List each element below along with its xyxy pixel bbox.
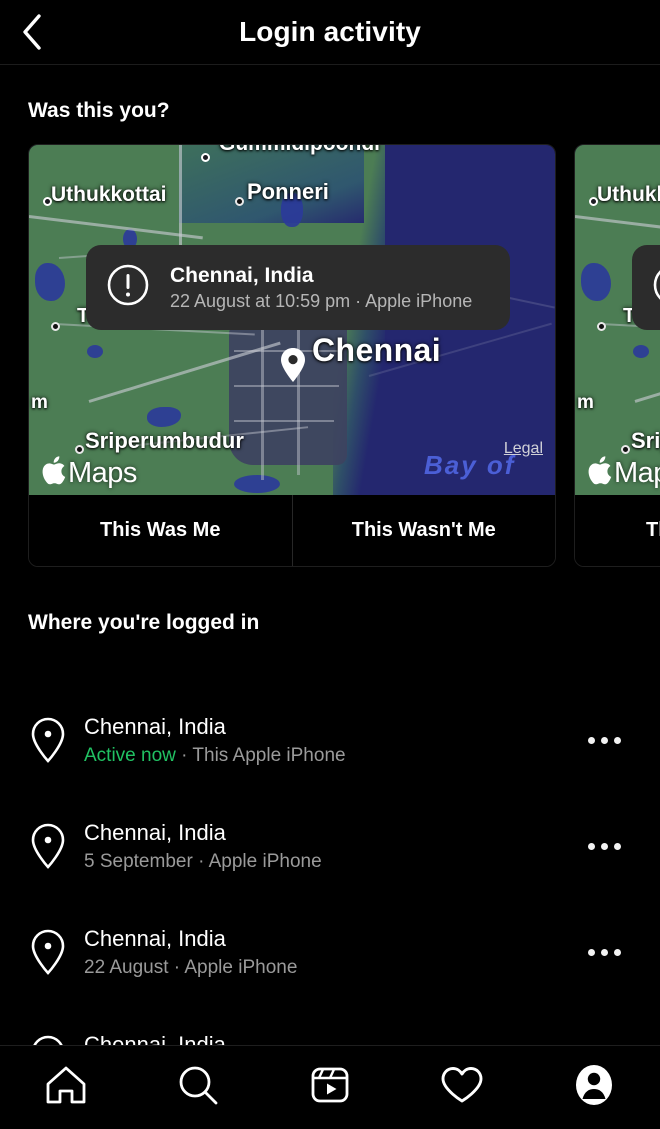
heart-icon xyxy=(439,1062,485,1113)
map-water-body xyxy=(87,345,103,358)
device-info: Chennai, India 5 September · Apple iPhon… xyxy=(84,820,576,873)
apple-maps-attribution: Maps xyxy=(41,455,137,491)
apple-logo-icon xyxy=(41,455,67,491)
map-view[interactable]: Gummidipoondi Uthukkottai Ponneri Ti m S… xyxy=(29,145,555,495)
apple-maps-label: Maps xyxy=(68,456,137,489)
exclamation-circle-icon xyxy=(652,263,660,312)
map-place-dot xyxy=(43,197,52,206)
map-label: Uthukkottai xyxy=(51,183,167,206)
search-icon xyxy=(175,1062,221,1113)
location-pin-icon xyxy=(28,1034,84,1045)
tooltip-text: Chennai, India 22 August at 10:59 pm · A… xyxy=(170,264,472,312)
apple-maps-label: Maps xyxy=(614,456,660,489)
login-card-carousel[interactable]: Gummidipoondi Uthukkottai Ponneri Ti m S… xyxy=(0,144,660,569)
device-meta: 22 August · Apple iPhone xyxy=(84,956,298,978)
nav-home-button[interactable] xyxy=(21,1058,111,1118)
device-meta-text: · This Apple iPhone xyxy=(175,744,346,766)
login-alert-tooltip: Chennai, India 22 August at 10:59 pm · A… xyxy=(632,245,660,330)
device-info: Chennai, India 22 August · Apple iPhone xyxy=(84,926,576,979)
device-meta: Active now · This Apple iPhone xyxy=(84,745,576,767)
more-options-icon[interactable] xyxy=(576,736,632,744)
exclamation-circle-icon xyxy=(106,263,150,312)
map-water-body xyxy=(581,263,611,301)
section-title-where-logged-in: Where you're logged in xyxy=(28,611,260,634)
login-activity-screen: Login activity Was this you? Uthukkottai… xyxy=(0,0,660,1129)
this-was-me-button[interactable]: This Was Me xyxy=(29,495,292,566)
back-button[interactable] xyxy=(8,8,56,56)
chevron-left-icon xyxy=(19,12,45,52)
map-label: Gummidipoondi xyxy=(219,145,380,156)
location-pin-icon xyxy=(28,716,84,764)
map-label: m xyxy=(31,392,48,413)
tooltip-subtitle: 22 August at 10:59 pm · Apple iPhone xyxy=(170,290,473,311)
nav-activity-button[interactable] xyxy=(417,1058,507,1118)
map-road xyxy=(234,420,334,422)
map-label-water: Bay of xyxy=(424,450,516,480)
location-pin-icon xyxy=(28,928,84,976)
apple-maps-attribution: Maps xyxy=(587,455,660,491)
map-label-city: Chennai xyxy=(312,332,442,368)
map-pin-icon xyxy=(279,347,307,383)
map-place-dot xyxy=(589,197,598,206)
map-road xyxy=(261,320,264,480)
list-item[interactable]: Chennai, India 5 September · Apple iPhon… xyxy=(0,793,660,899)
device-info: Chennai, India 22 August · Apple iPhone xyxy=(84,1032,576,1046)
nav-search-button[interactable] xyxy=(153,1058,243,1118)
map-place-dot xyxy=(597,322,606,331)
status-badge: Active now xyxy=(84,744,176,766)
where-logged-in-section: Where you're logged in xyxy=(0,611,660,635)
location-pin-icon xyxy=(28,822,84,870)
map-label: m xyxy=(577,392,594,413)
this-wasnt-me-button[interactable]: This Wasn't Me xyxy=(291,495,555,566)
map-view[interactable]: Uthukkottai Ti m Sriperumbudur xyxy=(575,145,660,495)
map-place-dot xyxy=(201,153,210,162)
map-place-dot xyxy=(621,445,630,454)
home-icon xyxy=(43,1062,89,1113)
login-card[interactable]: Gummidipoondi Uthukkottai Ponneri Ti m S… xyxy=(28,144,556,567)
legal-link[interactable]: Legal xyxy=(504,440,543,458)
card-actions: This Was Me This Wasn't Me xyxy=(575,495,660,566)
map-place-dot xyxy=(235,197,244,206)
map-road xyxy=(234,385,339,387)
carousel-track: Gummidipoondi Uthukkottai Ponneri Ti m S… xyxy=(0,144,660,567)
device-location: Chennai, India xyxy=(84,1031,226,1046)
map-water-body xyxy=(234,475,280,493)
list-item[interactable]: Chennai, India Active now · This Apple i… xyxy=(0,687,660,793)
bottom-navigation-bar xyxy=(0,1045,660,1129)
nav-reels-button[interactable] xyxy=(285,1058,375,1118)
login-card[interactable]: Uthukkottai Ti m Sriperumbudur xyxy=(574,144,660,567)
map-label: Sriperumbudur xyxy=(631,428,660,453)
map-label: Ponneri xyxy=(247,179,329,204)
nav-profile-button[interactable] xyxy=(549,1058,639,1118)
device-location: Chennai, India xyxy=(84,713,226,739)
app-header: Login activity xyxy=(0,0,660,65)
section-title-was-this-you: Was this you? xyxy=(28,99,170,122)
device-location: Chennai, India xyxy=(84,819,226,845)
device-list: Chennai, India Active now · This Apple i… xyxy=(0,687,660,1045)
list-item[interactable]: Chennai, India 22 August · Apple iPhone xyxy=(0,899,660,1005)
map-label: Sriperumbudur xyxy=(85,428,244,453)
list-item[interactable]: Chennai, India 22 August · Apple iPhone xyxy=(0,1005,660,1045)
card-actions: This Was Me This Wasn't Me xyxy=(29,495,555,566)
more-options-icon[interactable] xyxy=(576,842,632,850)
device-meta: 5 September · Apple iPhone xyxy=(84,850,322,872)
map-water-body xyxy=(633,345,649,358)
page-title: Login activity xyxy=(239,16,421,47)
device-location: Chennai, India xyxy=(84,925,226,951)
device-info: Chennai, India Active now · This Apple i… xyxy=(84,714,576,767)
map-label: Uthukkottai xyxy=(597,183,660,206)
login-alert-tooltip: Chennai, India 22 August at 10:59 pm · A… xyxy=(86,245,510,330)
map-place-dot xyxy=(75,445,84,454)
map-place-dot xyxy=(51,322,60,331)
reels-icon xyxy=(307,1062,353,1113)
tooltip-title: Chennai, India xyxy=(170,263,314,287)
profile-avatar-icon xyxy=(571,1062,617,1113)
device-list-clip: Chennai, India Active now · This Apple i… xyxy=(0,660,660,1045)
apple-logo-icon xyxy=(587,455,613,491)
more-options-icon[interactable] xyxy=(576,948,632,956)
map-water-body xyxy=(35,263,65,301)
this-was-me-button[interactable]: This Was Me xyxy=(575,495,660,566)
